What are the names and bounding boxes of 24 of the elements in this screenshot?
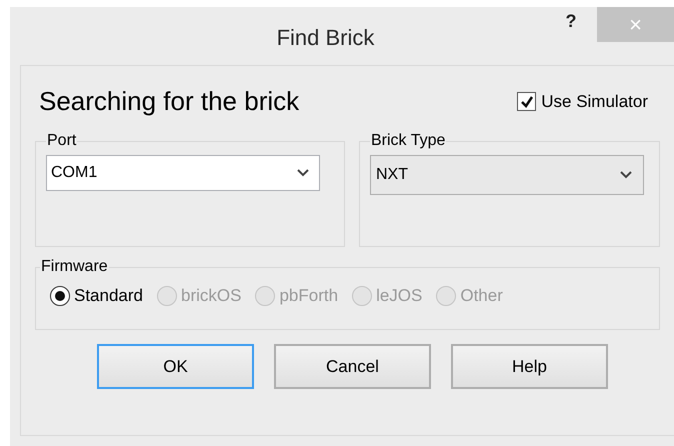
dropdown-value: COM1 (51, 163, 98, 183)
firmware-radio[interactable]: Standard (50, 283, 143, 308)
dialog-button[interactable]: OK (97, 344, 254, 389)
checkbox-label: Use Simulator (541, 90, 648, 113)
chevron-icon (297, 169, 309, 177)
dialog-heading: Searching for the brick (39, 85, 300, 118)
checkbox[interactable] (517, 92, 536, 111)
group-label: Port (46, 131, 78, 151)
dialog-button[interactable]: Cancel (274, 344, 431, 389)
radio-label: pbForth (279, 285, 338, 307)
simulator-checkbox[interactable]: Use Simulator (517, 88, 648, 114)
radio-label: Other (460, 285, 503, 307)
radio-label: leJOS (376, 285, 422, 307)
brick-type-dropdown[interactable]: NXT (370, 155, 644, 195)
dropdown-value: NXT (376, 165, 408, 185)
port-dropdown[interactable]: COM1 (46, 155, 320, 191)
group-label: Firmware (40, 257, 109, 277)
radio-label: Standard (74, 285, 143, 307)
help-button[interactable]: ? (551, 7, 591, 39)
chevron-icon (620, 171, 632, 179)
window-title: Find Brick (276, 24, 374, 52)
dialog-button[interactable]: Help (451, 344, 608, 389)
radio-label: brickOS (181, 285, 242, 307)
group-label: Brick Type (370, 131, 446, 151)
